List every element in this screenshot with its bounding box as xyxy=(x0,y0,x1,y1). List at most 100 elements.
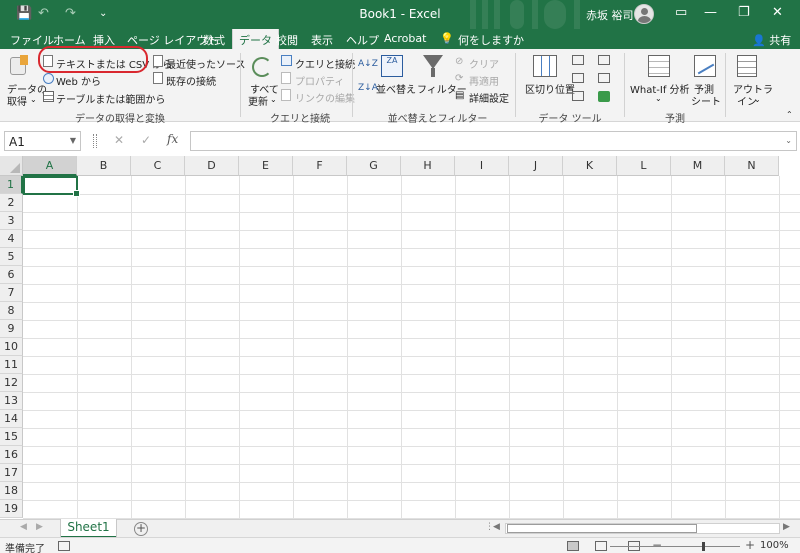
row-header[interactable]: 19 xyxy=(0,500,23,518)
row-header[interactable]: 8 xyxy=(0,302,23,320)
row-header[interactable]: 16 xyxy=(0,446,23,464)
share-button[interactable]: 👤 共有 xyxy=(752,32,791,48)
row-header[interactable]: 1 xyxy=(0,176,23,194)
flash-fill-icon[interactable] xyxy=(572,55,584,65)
column-header[interactable]: H xyxy=(401,156,455,176)
properties-button[interactable]: プロパティ xyxy=(295,73,344,88)
recent-sources-button[interactable]: 最近使ったソース xyxy=(166,56,246,71)
what-if-caret-icon[interactable]: ⌄ xyxy=(655,94,662,103)
row-header[interactable]: 10 xyxy=(0,338,23,356)
enter-icon[interactable]: ✓ xyxy=(141,133,151,147)
user-name[interactable]: 赤坂 裕司 xyxy=(586,7,634,23)
column-header[interactable]: D xyxy=(185,156,239,176)
zoom-slider-thumb[interactable] xyxy=(702,542,705,551)
sheet-tab[interactable]: Sheet1 xyxy=(61,519,116,538)
cancel-icon[interactable]: ✕ xyxy=(114,133,124,147)
remove-duplicates-icon[interactable] xyxy=(572,73,584,83)
scroll-right-icon[interactable]: ▶ xyxy=(783,522,790,532)
column-header[interactable]: M xyxy=(671,156,725,176)
scroll-left-icon[interactable]: ◀ xyxy=(493,522,500,532)
active-cell[interactable] xyxy=(23,176,80,197)
zoom-slider[interactable] xyxy=(610,546,740,547)
forecast-sheet-label-2[interactable]: シート xyxy=(691,93,721,108)
row-header[interactable]: 13 xyxy=(0,392,23,410)
row-header[interactable]: 3 xyxy=(0,212,23,230)
restore-icon[interactable]: ❐ xyxy=(738,5,750,20)
tab-help[interactable]: ヘルプ xyxy=(346,32,379,48)
row-header[interactable]: 2 xyxy=(0,194,23,212)
column-header[interactable]: L xyxy=(617,156,671,176)
from-table-button[interactable]: テーブルまたは範囲から xyxy=(56,91,165,106)
expand-formula-bar-icon[interactable]: ⌄ xyxy=(785,136,792,145)
manage-data-model-icon[interactable] xyxy=(598,91,610,102)
tab-acrobat[interactable]: Acrobat xyxy=(384,32,426,45)
prev-sheet-icon[interactable]: ◀ xyxy=(20,522,27,532)
close-icon[interactable]: ✕ xyxy=(772,5,783,20)
add-sheet-icon[interactable]: + xyxy=(134,522,148,536)
zoom-level[interactable]: 100% xyxy=(760,540,789,551)
column-header[interactable]: E xyxy=(239,156,293,176)
column-header[interactable]: J xyxy=(509,156,563,176)
collapse-ribbon-icon[interactable]: ⌃ xyxy=(786,110,793,119)
reapply-button[interactable]: 再適用 xyxy=(469,73,499,88)
text-to-columns-button[interactable]: 区切り位置 xyxy=(525,81,575,96)
sort-button[interactable]: 並べ替え xyxy=(376,81,416,96)
minimize-icon[interactable]: — xyxy=(704,5,717,20)
row-header[interactable]: 6 xyxy=(0,266,23,284)
outline-caret-icon[interactable]: ⌄ xyxy=(754,95,761,104)
row-header[interactable]: 7 xyxy=(0,284,23,302)
queries-connections-button[interactable]: クエリと接続 xyxy=(295,56,355,71)
data-validation-icon[interactable] xyxy=(572,91,584,101)
normal-view-icon[interactable] xyxy=(567,541,579,551)
column-header[interactable]: C xyxy=(131,156,185,176)
edit-links-button[interactable]: リンクの編集 xyxy=(295,90,355,105)
row-header[interactable]: 14 xyxy=(0,410,23,428)
row-header[interactable]: 4 xyxy=(0,230,23,248)
row-header[interactable]: 17 xyxy=(0,464,23,482)
column-header[interactable]: A xyxy=(23,156,77,176)
column-header[interactable]: I xyxy=(455,156,509,176)
zoom-out-icon[interactable]: − xyxy=(652,538,662,552)
row-header[interactable]: 12 xyxy=(0,374,23,392)
scroll-thumb[interactable] xyxy=(507,524,697,533)
select-all-corner[interactable] xyxy=(0,156,23,176)
tab-review[interactable]: 校閲 xyxy=(276,32,298,48)
ribbon-display-options-icon[interactable]: ▭ xyxy=(675,5,687,20)
get-data-label-2[interactable]: 取得 xyxy=(7,93,27,108)
column-header[interactable]: N xyxy=(725,156,779,176)
tab-view[interactable]: 表示 xyxy=(311,32,333,48)
next-sheet-icon[interactable]: ▶ xyxy=(36,522,43,532)
column-header[interactable]: G xyxy=(347,156,401,176)
avatar[interactable] xyxy=(634,4,654,24)
row-header[interactable]: 15 xyxy=(0,428,23,446)
column-header[interactable]: F xyxy=(293,156,347,176)
refresh-caret-icon[interactable]: ⌄ xyxy=(270,95,277,104)
get-data-caret-icon[interactable]: ⌄ xyxy=(30,95,37,104)
worksheet-grid[interactable]: A B C D E F G H I J K L M N 1 2 3 4 5 6 7 8 9 10 11 12 13 14 15 16 17 1… xyxy=(0,156,800,519)
sort-ascending-icon[interactable]: A↓Z xyxy=(358,59,378,69)
name-box-dropdown-icon[interactable]: ▼ xyxy=(70,136,76,145)
macro-record-icon[interactable] xyxy=(58,541,70,551)
column-header[interactable]: K xyxy=(563,156,617,176)
advanced-filter-button[interactable]: 詳細設定 xyxy=(469,90,509,105)
tab-formulas[interactable]: 数式 xyxy=(203,32,225,48)
zoom-in-icon[interactable]: + xyxy=(745,538,755,552)
page-layout-view-icon[interactable] xyxy=(595,541,607,551)
name-box[interactable]: A1 ▼ xyxy=(4,131,81,151)
column-header[interactable]: B xyxy=(77,156,131,176)
relationships-icon[interactable] xyxy=(598,73,610,83)
row-header[interactable]: 11 xyxy=(0,356,23,374)
refresh-all-label-2[interactable]: 更新 xyxy=(248,93,268,108)
tell-me-search[interactable]: 何をしますか xyxy=(458,32,524,48)
clear-button[interactable]: クリア xyxy=(469,56,499,71)
horizontal-scrollbar[interactable]: ◀ ▶ xyxy=(493,522,793,535)
from-web-button[interactable]: Web から xyxy=(56,73,101,88)
insert-function-icon[interactable]: fx xyxy=(167,132,178,146)
tab-data[interactable]: データ xyxy=(232,29,279,49)
row-header[interactable]: 18 xyxy=(0,482,23,500)
formula-bar-separator[interactable] xyxy=(93,134,97,148)
row-header[interactable]: 5 xyxy=(0,248,23,266)
sort-descending-icon[interactable]: Z↓A xyxy=(358,83,378,93)
formula-input[interactable]: ⌄ xyxy=(190,131,797,151)
row-header[interactable]: 9 xyxy=(0,320,23,338)
